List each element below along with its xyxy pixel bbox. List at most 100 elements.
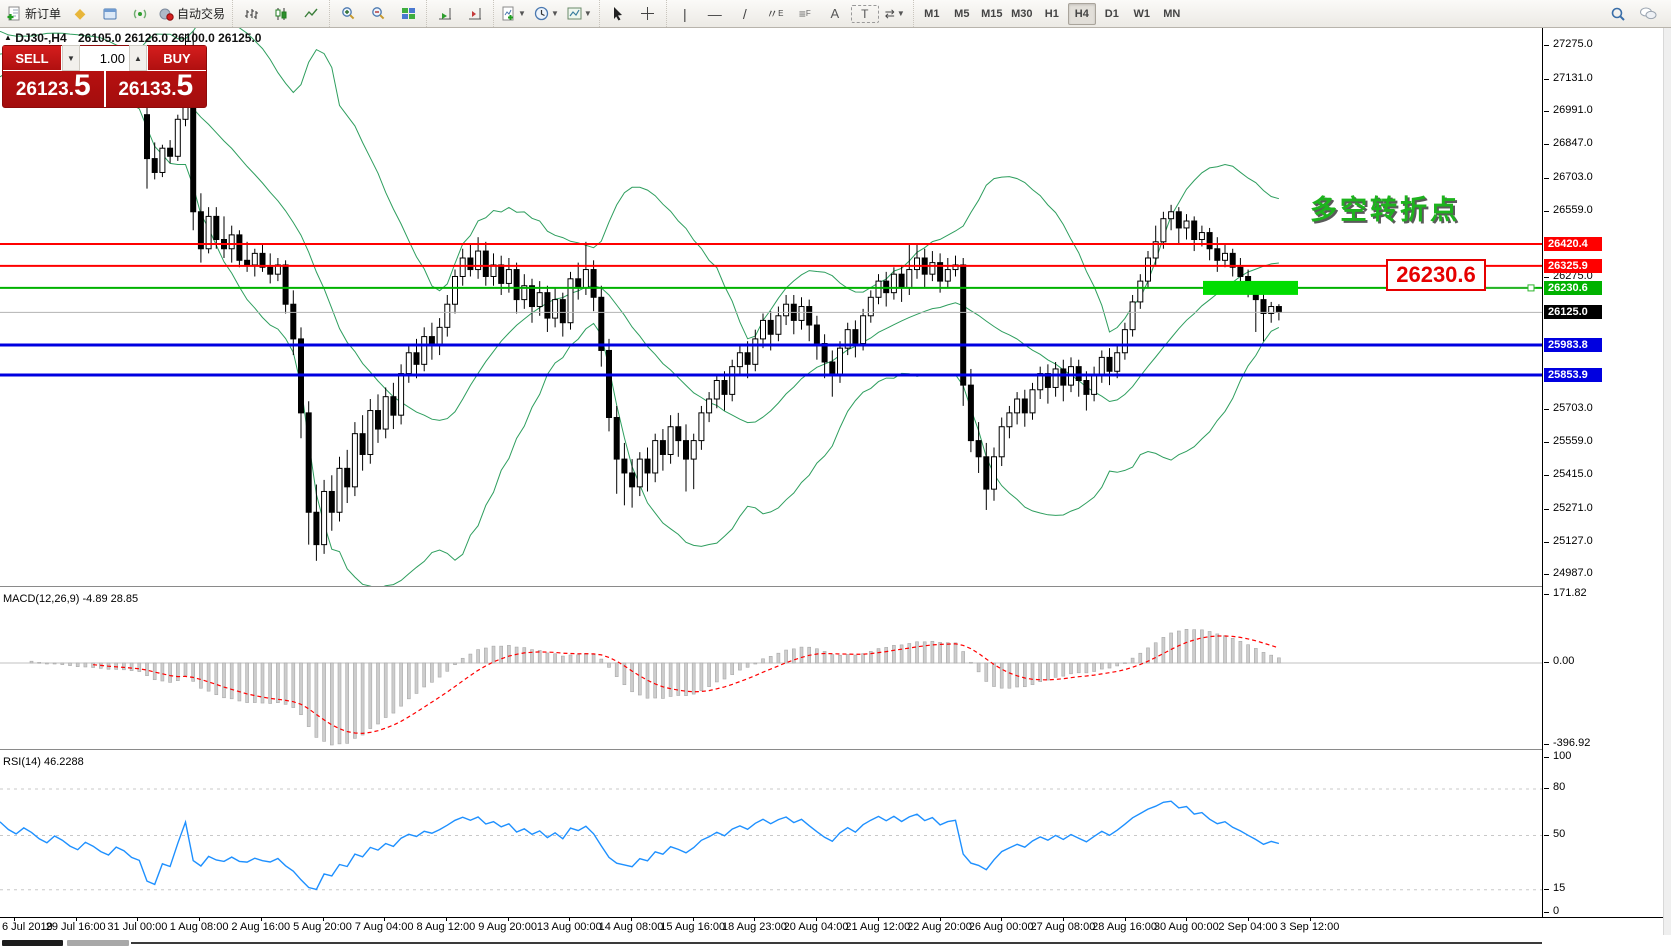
indicators-dropdown-caret[interactable]: ▼ bbox=[518, 9, 526, 18]
sell-button[interactable]: SELL bbox=[3, 46, 62, 70]
price-axis[interactable]: 27275.027131.026991.026847.026703.026559… bbox=[1542, 28, 1663, 951]
time-label: 21 Aug 12:00 bbox=[845, 921, 910, 933]
label-tool-icon[interactable]: T bbox=[851, 5, 879, 23]
chart-annotation-text[interactable]: 多空转折点 bbox=[1310, 188, 1460, 227]
macd-pane[interactable] bbox=[0, 591, 1542, 749]
price-tick: 27131.0 bbox=[1553, 72, 1593, 84]
toolbar-right bbox=[1603, 2, 1671, 26]
indicators-button[interactable]: ▼ bbox=[498, 2, 529, 26]
bar-chart-icon[interactable] bbox=[237, 2, 265, 26]
chart-tab[interactable] bbox=[67, 940, 129, 946]
bottom-tab-strip bbox=[0, 935, 1671, 951]
rsi-label: RSI(14) 46.2288 bbox=[3, 756, 84, 768]
toolbar-group-scroll bbox=[426, 0, 493, 27]
time-label: 7 Aug 04:00 bbox=[355, 921, 414, 933]
auto-trading-button[interactable]: 自动交易 bbox=[156, 2, 228, 26]
timeframe-button-w1[interactable]: W1 bbox=[1128, 3, 1156, 25]
periods-dropdown-caret[interactable]: ▼ bbox=[551, 9, 559, 18]
auto-scroll-icon[interactable] bbox=[431, 2, 459, 26]
price-alert-icon[interactable]: ◆ bbox=[66, 2, 94, 26]
horizontal-line-tool-icon[interactable]: — bbox=[701, 2, 729, 26]
price-callout-box[interactable]: 26230.6 bbox=[1386, 259, 1486, 291]
hline-price-tag: 26325.9 bbox=[1544, 259, 1602, 273]
rsi-axis-label: 0 bbox=[1553, 905, 1559, 917]
new-order-label: 新订单 bbox=[25, 5, 61, 22]
toolbar-group-zoom bbox=[329, 0, 426, 27]
rsi-axis-label: 100 bbox=[1553, 750, 1571, 762]
vertical-line-tool-icon[interactable]: | bbox=[671, 2, 699, 26]
arrows-dropdown-caret: ▼ bbox=[897, 9, 905, 18]
rsi-axis-label: 50 bbox=[1553, 828, 1565, 840]
chart-shift-icon[interactable] bbox=[461, 2, 489, 26]
sell-price-int: 26123 bbox=[16, 79, 69, 101]
time-axis[interactable]: 6 Jul 201929 Jul 16:0031 Jul 00:001 Aug … bbox=[0, 917, 1663, 935]
rsi-axis-label: 80 bbox=[1553, 781, 1565, 793]
price-tick: 27275.0 bbox=[1553, 38, 1593, 50]
price-tick: 24987.0 bbox=[1553, 567, 1593, 579]
text-tool-icon[interactable]: A bbox=[821, 2, 849, 26]
one-click-trading-panel: SELL ▼ 1.00 ▲ BUY 26123.5 26133.5 bbox=[2, 45, 207, 108]
sell-price[interactable]: 26123.5 bbox=[3, 71, 106, 107]
crosshair-icon[interactable] bbox=[634, 2, 662, 26]
price-tick: 25127.0 bbox=[1553, 535, 1593, 547]
symbol-ohlc-line: ▲ DJ30-,H4 26105.0 26126.0 26100.0 26125… bbox=[4, 31, 261, 45]
timeframe-button-mn[interactable]: MN bbox=[1158, 3, 1186, 25]
templates-dropdown-caret[interactable]: ▼ bbox=[584, 9, 592, 18]
time-label: 14 Aug 08:00 bbox=[599, 921, 664, 933]
toolbar-group-indicators: ▼ ▼ ▼ bbox=[493, 0, 599, 27]
main-chart-svg bbox=[0, 28, 1542, 586]
rsi-pane[interactable] bbox=[0, 754, 1542, 917]
volume-increase-button[interactable]: ▲ bbox=[129, 45, 147, 71]
new-order-button[interactable]: 新订单 bbox=[4, 2, 64, 26]
time-label: 13 Aug 00:00 bbox=[537, 921, 602, 933]
price-tick: 25271.0 bbox=[1553, 502, 1593, 514]
volume-decrease-button[interactable]: ▼ bbox=[62, 45, 80, 71]
fibonacci-tool-icon[interactable]: ≡F bbox=[791, 2, 819, 26]
symbol-period-label: DJ30-,H4 bbox=[15, 31, 66, 45]
timeframe-button-m1[interactable]: M1 bbox=[918, 3, 946, 25]
buy-price[interactable]: 26133.5 bbox=[106, 71, 207, 107]
arrows-tool-icon[interactable]: ⇄▼ bbox=[881, 2, 909, 26]
chart-window: ▲ DJ30-,H4 26105.0 26126.0 26100.0 26125… bbox=[0, 28, 1671, 951]
rsi-svg bbox=[0, 754, 1542, 917]
macd-values: -4.89 28.85 bbox=[82, 593, 138, 605]
current-price-tag: 26125.0 bbox=[1544, 305, 1602, 319]
signals-icon[interactable] bbox=[126, 2, 154, 26]
hline-price-tag: 25853.9 bbox=[1544, 368, 1602, 382]
periods-button[interactable]: ▼ bbox=[531, 2, 562, 26]
right-scroll-strip[interactable] bbox=[1663, 28, 1671, 951]
timeframe-button-d1[interactable]: D1 bbox=[1098, 3, 1126, 25]
cursor-icon[interactable] bbox=[604, 2, 632, 26]
templates-button[interactable]: ▼ bbox=[564, 2, 595, 26]
hline-price-tag: 26420.4 bbox=[1544, 237, 1602, 251]
timeframe-button-h1[interactable]: H1 bbox=[1038, 3, 1066, 25]
buy-price-dec: 5 bbox=[176, 73, 193, 99]
macd-axis-label: 171.82 bbox=[1553, 587, 1587, 599]
zoom-out-icon[interactable] bbox=[364, 2, 392, 26]
line-chart-icon[interactable] bbox=[297, 2, 325, 26]
time-label: 30 Aug 00:00 bbox=[1154, 921, 1219, 933]
search-icon[interactable] bbox=[1604, 2, 1632, 26]
tile-windows-icon[interactable] bbox=[394, 2, 422, 26]
volume-input[interactable]: 1.00 bbox=[80, 51, 129, 66]
macd-svg bbox=[0, 591, 1542, 749]
time-label: 28 Aug 16:00 bbox=[1092, 921, 1157, 933]
timeframe-button-m5[interactable]: M5 bbox=[948, 3, 976, 25]
main-chart-pane[interactable] bbox=[0, 28, 1542, 586]
auto-trading-label: 自动交易 bbox=[177, 5, 225, 22]
trendline-tool-icon[interactable]: / bbox=[731, 2, 759, 26]
mt4-window: 新订单 ◆ 自动交易 bbox=[0, 0, 1671, 951]
market-watch-window-icon[interactable] bbox=[96, 2, 124, 26]
channel-tool-icon[interactable]: 〃E bbox=[761, 2, 789, 26]
buy-button[interactable]: BUY bbox=[147, 46, 206, 70]
candlestick-chart-icon[interactable] bbox=[267, 2, 295, 26]
timeframe-button-h4[interactable]: H4 bbox=[1068, 3, 1096, 25]
toolbar-group-cursor bbox=[599, 0, 666, 27]
hline-price-tag: 26230.6 bbox=[1544, 281, 1602, 295]
zoom-in-icon[interactable] bbox=[334, 2, 362, 26]
chart-tab-active[interactable] bbox=[2, 940, 63, 946]
timeframe-button-m30[interactable]: M30 bbox=[1008, 3, 1036, 25]
chat-icon[interactable] bbox=[1634, 2, 1662, 26]
timeframe-button-m15[interactable]: M15 bbox=[978, 3, 1006, 25]
price-tick: 25415.0 bbox=[1553, 468, 1593, 480]
